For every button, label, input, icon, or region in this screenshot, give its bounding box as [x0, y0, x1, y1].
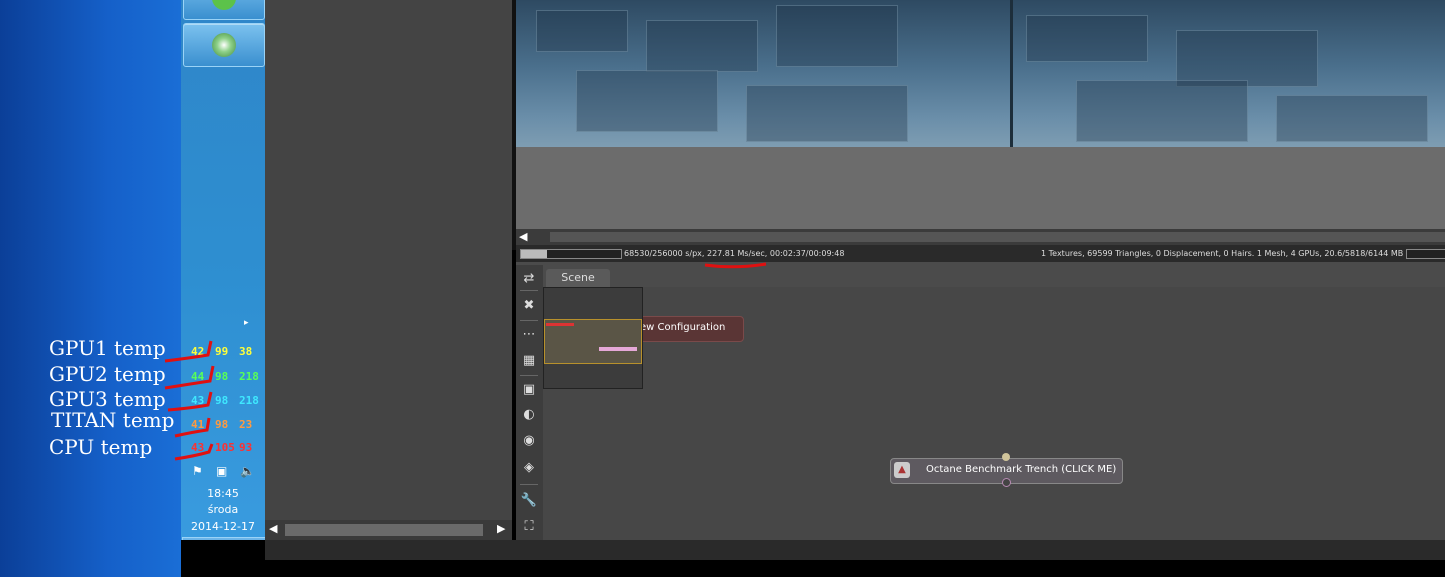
- temp-value: 98: [215, 370, 229, 383]
- toolbar-separator: [520, 290, 538, 291]
- taskbar-app-utorrent[interactable]: [183, 0, 265, 20]
- temp-value: 42: [191, 345, 205, 358]
- render-icon[interactable]: ▣: [520, 381, 538, 399]
- texture-icon[interactable]: ◉: [520, 432, 538, 450]
- memory-bar: [1406, 249, 1445, 259]
- benchmark-node-label: Octane Benchmark Trench (CLICK ME): [926, 464, 1117, 475]
- desktop-wallpaper: [0, 0, 181, 577]
- temp-value: 23: [239, 418, 253, 431]
- temp-value: 43: [191, 394, 205, 407]
- scroll-left-arrow[interactable]: ◀: [269, 522, 277, 535]
- temp-value: 38: [239, 345, 253, 358]
- flag-icon[interactable]: ⚑: [192, 464, 203, 478]
- viewport-seam: [1010, 0, 1013, 147]
- configuration-node-label: ew Configuration: [640, 322, 726, 333]
- clock-day[interactable]: środa: [181, 503, 265, 516]
- fullscreen-icon[interactable]: ⛶: [520, 518, 538, 536]
- annotation-gpu1: GPU1 temp: [49, 336, 166, 360]
- mesh-node-icon: ▲: [894, 462, 910, 478]
- temp-value: 43: [191, 441, 205, 454]
- temp-value: 98: [215, 418, 229, 431]
- temp-value: 218: [239, 370, 259, 383]
- utorrent-icon: [212, 0, 236, 10]
- render-stats: 68530/256000 s/px, 227.81 Ms/sec, 00:02:…: [624, 249, 845, 258]
- viewport-background: [516, 147, 1445, 229]
- link-icon[interactable]: ⇄: [520, 270, 538, 288]
- viewport-scroll-thumb[interactable]: [550, 232, 1445, 242]
- node-input-pin[interactable]: [1002, 453, 1010, 461]
- annotation-gpu2: GPU2 temp: [49, 362, 166, 386]
- viewport-scroll-left-arrow[interactable]: ◀: [519, 230, 527, 243]
- material-icon[interactable]: ◐: [520, 406, 538, 424]
- volume-icon[interactable]: 🔈: [240, 464, 255, 478]
- left-panel: [265, 0, 512, 520]
- scroll-thumb[interactable]: [285, 524, 483, 536]
- temp-value: 218: [239, 394, 259, 407]
- toolbar-separator: [520, 375, 538, 376]
- network-icon[interactable]: ▣: [216, 464, 227, 478]
- temp-value: 99: [215, 345, 229, 358]
- minimap-node-marker: [546, 323, 574, 326]
- render-viewport[interactable]: [516, 0, 1445, 147]
- graph-expand-icon[interactable]: ⋯: [520, 326, 538, 344]
- clock-time[interactable]: 18:45: [181, 487, 265, 500]
- toolbar-separator: [520, 320, 538, 321]
- minimap-node-marker: [599, 347, 637, 351]
- node-output-pin[interactable]: [1002, 478, 1011, 487]
- tray-expand-button[interactable]: ▸: [244, 318, 249, 328]
- toolbar-separator: [520, 484, 538, 485]
- delete-node-icon[interactable]: ✖: [520, 297, 538, 315]
- clock-date[interactable]: 2014-12-17: [181, 520, 265, 533]
- environment-icon[interactable]: ◈: [520, 459, 538, 477]
- temp-value: 98: [215, 394, 229, 407]
- octane-bottom-strip: [265, 540, 1445, 560]
- temp-value: 44: [191, 370, 205, 383]
- graph-fit-icon[interactable]: ▦: [520, 352, 538, 370]
- temp-value: 105: [215, 441, 235, 454]
- scene-stats: 1 Textures, 69599 Triangles, 0 Displacem…: [1041, 249, 1404, 258]
- annotation-titan: TITAN temp: [51, 408, 175, 432]
- taskbar-app-windows-update[interactable]: [183, 23, 265, 67]
- temp-value: 93: [239, 441, 253, 454]
- annotation-cpu: CPU temp: [49, 435, 153, 459]
- windows-update-icon: [212, 33, 236, 57]
- render-progress-fill: [521, 250, 547, 258]
- temp-value: 41: [191, 418, 205, 431]
- settings-wrench-icon[interactable]: 🔧: [520, 492, 538, 510]
- tab-scene[interactable]: Scene: [546, 269, 610, 287]
- scroll-right-arrow[interactable]: ▶: [497, 522, 505, 535]
